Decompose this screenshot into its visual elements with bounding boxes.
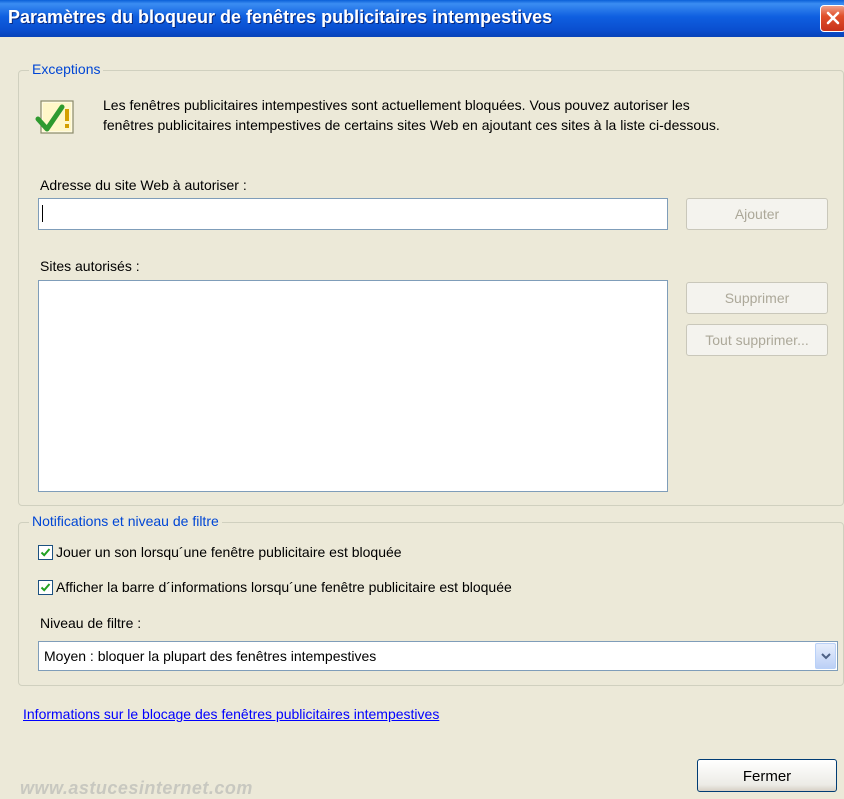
exceptions-legend: Exceptions <box>29 61 104 77</box>
checkmark-icon <box>40 548 51 557</box>
allowed-sites-label: Sites autorisés : <box>40 258 140 274</box>
window-title: Paramètres du bloqueur de fenêtres publi… <box>8 7 553 27</box>
remove-button[interactable]: Supprimer <box>686 282 828 314</box>
checkmark-icon <box>40 583 51 592</box>
info-checkmark-icon <box>35 100 74 134</box>
show-info-bar-label[interactable]: Afficher la barre d´informations lorsqu´… <box>56 579 512 595</box>
allowed-sites-list[interactable] <box>38 280 668 492</box>
notifications-legend: Notifications et niveau de filtre <box>29 513 222 529</box>
close-window-button[interactable] <box>820 5 844 32</box>
show-info-bar-checkbox[interactable] <box>38 580 53 595</box>
filter-level-label: Niveau de filtre : <box>40 615 142 631</box>
filter-level-value: Moyen : bloquer la plupart des fenêtres … <box>44 648 377 664</box>
text-caret <box>42 205 43 222</box>
address-label: Adresse du site Web à autoriser : <box>40 177 247 193</box>
intro-line-1: Les fenêtres publicitaires intempestives… <box>103 97 690 113</box>
remove-all-button[interactable]: Tout supprimer... <box>686 324 828 356</box>
intro-description: Les fenêtres publicitaires intempestives… <box>103 95 833 135</box>
dropdown-button[interactable] <box>815 643 836 669</box>
popup-blocking-help-link[interactable]: Informations sur le blocage des fenêtres… <box>23 706 439 722</box>
filter-level-select[interactable]: Moyen : bloquer la plupart des fenêtres … <box>38 641 838 671</box>
title-bar[interactable]: Paramètres du bloqueur de fenêtres publi… <box>0 0 844 37</box>
add-button[interactable]: Ajouter <box>686 198 828 230</box>
intro-line-2: fenêtres publicitaires intempestives de … <box>103 117 720 133</box>
close-icon <box>826 11 840 25</box>
website-address-input[interactable] <box>38 198 668 230</box>
close-button[interactable]: Fermer <box>697 759 837 792</box>
watermark: www.astucesinternet.com <box>20 778 253 798</box>
play-sound-checkbox[interactable] <box>38 545 53 560</box>
chevron-down-icon <box>821 653 831 660</box>
play-sound-label[interactable]: Jouer un son lorsqu´une fenêtre publicit… <box>56 544 402 560</box>
